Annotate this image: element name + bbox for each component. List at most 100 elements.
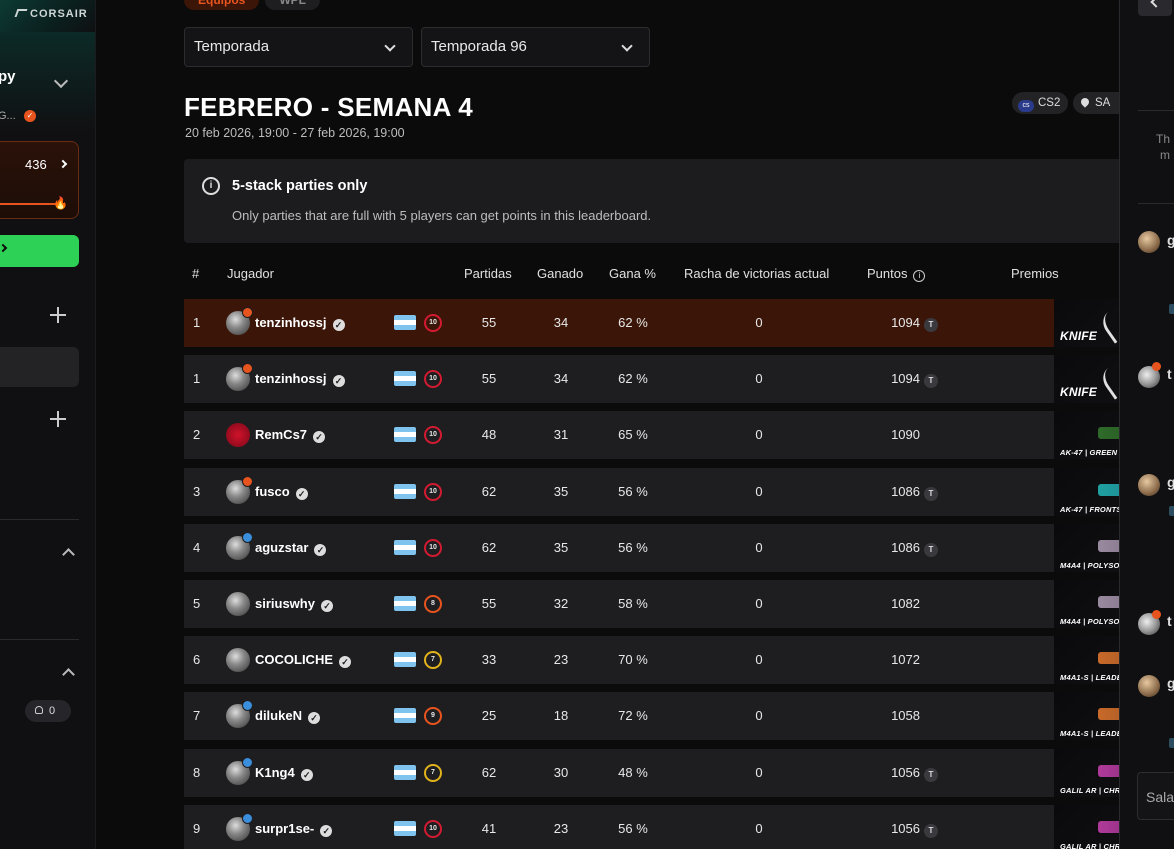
player-name[interactable]: K1ng4 ✓ — [255, 749, 313, 797]
level-badge-icon — [1152, 362, 1161, 371]
win-streak: 0 — [755, 483, 763, 499]
fire-icon: 🔥 — [53, 196, 68, 210]
table-row[interactable]: 4 aguzstar ✓ 10 62 35 56 % 0 1086 T M4A4 | POLYSOU… — [184, 523, 1174, 572]
rank-star-icon — [242, 363, 253, 375]
points: 1094 T — [860, 355, 938, 403]
panel-text-line-1: Th — [1156, 132, 1171, 146]
verified-icon: ✓ — [314, 543, 327, 556]
win-rate: 58 % — [618, 596, 648, 611]
avatar[interactable] — [226, 648, 250, 673]
divider — [0, 639, 79, 640]
player-name[interactable]: COCOLICHE ✓ — [255, 636, 351, 684]
avatar[interactable] — [226, 592, 250, 616]
user-name[interactable]: py — [0, 68, 16, 85]
win-streak: 0 — [755, 708, 763, 724]
player-name[interactable]: RemCs7 ✓ — [255, 411, 326, 459]
room-input[interactable]: Sala — [1137, 772, 1174, 820]
table-row[interactable]: 5siriuswhy✓8553258 %01082TM4A4 | POLYSOU… — [184, 580, 1174, 628]
collapse-button[interactable] — [1138, 0, 1172, 16]
col-matches: Partidas — [464, 266, 512, 281]
avatar[interactable] — [226, 423, 250, 448]
player-name-text: tenzinhossj — [255, 315, 327, 330]
skill-level-badge: 10 — [424, 819, 442, 838]
table-row[interactable]: 1 tenzinhossj ✓ 10 55 34 62 % 0 1094 T KNIFE — [184, 355, 1174, 404]
player-name-text: COCOLICHE — [255, 652, 333, 668]
panel-text-line-2: m — [1160, 148, 1170, 162]
table-row[interactable]: 6COCOLICHE✓7332370 %01072TM4A1-S | LEADE… — [184, 636, 1174, 685]
table-row[interactable]: 8K1ng4✓7623048 %01056TGALIL AR | CHROMAT… — [184, 748, 1174, 797]
chevron-up-icon[interactable] — [62, 548, 75, 561]
avatar[interactable] — [1138, 231, 1160, 253]
skill-level-badge: 7 — [424, 763, 442, 782]
xp-card[interactable]: 436 🔥 — [0, 141, 79, 219]
win-streak: 0 — [755, 820, 763, 836]
player-name[interactable]: fusco ✓ — [255, 468, 308, 516]
season-select[interactable]: Temporada 96 — [421, 27, 650, 67]
season-type-select[interactable]: Temporada — [184, 27, 413, 67]
user-icon — [35, 706, 43, 714]
col-points: Puntos i — [867, 266, 926, 282]
corsair-logo[interactable]: CORSAIR — [14, 8, 88, 20]
win-streak: 0 — [755, 764, 763, 780]
points: 1086 T — [860, 524, 938, 572]
notice-text: Only parties that are full with 5 player… — [232, 208, 652, 223]
argentina-flag-icon — [394, 371, 416, 387]
points: 1090T — [860, 411, 938, 459]
table-row[interactable]: 3 fusco ✓ 10 62 35 56 % 0 1086 T AK-47 | FRONTSIDE… — [184, 467, 1174, 516]
play-button[interactable] — [0, 235, 79, 267]
token-icon: T — [924, 767, 938, 782]
verified-badge-icon: ✓ — [24, 110, 36, 122]
player-name[interactable]: siriuswhy ✓ — [255, 580, 333, 628]
matches: 48 — [481, 427, 497, 443]
player-name-text: fusco — [255, 483, 290, 499]
wins: 34 — [553, 371, 569, 387]
brand-name: CORSAIR — [30, 8, 88, 20]
game-chip-label: CS2 — [1038, 97, 1061, 109]
points: 1086 T — [860, 468, 938, 516]
member-name[interactable]: g — [1167, 675, 1174, 691]
player-name[interactable]: tenzinhossj ✓ — [255, 355, 345, 403]
status-icon — [1169, 738, 1174, 748]
player-name[interactable]: dilukeN ✓ — [255, 692, 320, 740]
points-value: 1086 — [891, 483, 920, 499]
add-club-icon[interactable] — [50, 411, 66, 427]
player-name[interactable]: tenzinhossj ✓ — [255, 299, 345, 347]
matches: 41 — [481, 820, 497, 836]
table-row[interactable]: 2RemCs7✓10483165 %01090TAK-47 | GREEN LA… — [184, 411, 1174, 460]
party-slot[interactable] — [0, 347, 79, 387]
verified-icon: ✓ — [332, 375, 345, 388]
verified-icon: ✓ — [300, 768, 313, 781]
member-name[interactable]: g — [1167, 232, 1174, 248]
avatar[interactable] — [1138, 675, 1160, 697]
table-row[interactable]: 1 tenzinhossj ✓ 10 55 34 62 % 0 1094 T KNIFE — [184, 299, 1174, 347]
chevron-left-icon — [1150, 0, 1162, 8]
verified-icon: ✓ — [320, 600, 333, 612]
chevron-up-icon[interactable] — [62, 668, 75, 681]
info-icon[interactable]: i — [913, 270, 926, 282]
player-name[interactable]: aguzstar ✓ — [255, 524, 327, 572]
col-prizes: Premios — [1011, 266, 1059, 281]
tab-equipos[interactable]: Equipos — [184, 0, 260, 10]
friends-count: 0 — [49, 705, 56, 717]
rank: 9 — [193, 820, 201, 836]
add-party-icon[interactable] — [50, 307, 66, 323]
player-name[interactable]: surpr1se- ✓ — [255, 805, 333, 849]
chevron-right-icon — [58, 159, 68, 169]
member-name[interactable]: t — [1167, 366, 1172, 382]
member-name[interactable]: t — [1167, 613, 1172, 629]
points-value: 1058 — [891, 708, 920, 724]
col-wins: Ganado — [537, 266, 584, 281]
win-streak: 0 — [755, 371, 763, 387]
win-rate: 70 % — [618, 652, 648, 668]
matches: 55 — [481, 596, 497, 611]
points-value: 1072 — [891, 652, 920, 668]
wins: 23 — [553, 820, 569, 836]
table-row[interactable]: 7dilukeN✓9251872 %01058TM4A1-S | LEADED … — [184, 692, 1174, 741]
tab-wpl[interactable]: WPL — [265, 0, 321, 10]
argentina-flag-icon — [394, 427, 416, 443]
player-name-text: K1ng4 — [255, 764, 295, 780]
friends-online-pill[interactable]: 0 — [25, 700, 71, 722]
avatar[interactable] — [1138, 474, 1160, 496]
member-name[interactable]: g — [1167, 474, 1174, 490]
table-row[interactable]: 9surpr1se-✓10412356 %01056TGALIL AR | CH… — [184, 804, 1174, 849]
